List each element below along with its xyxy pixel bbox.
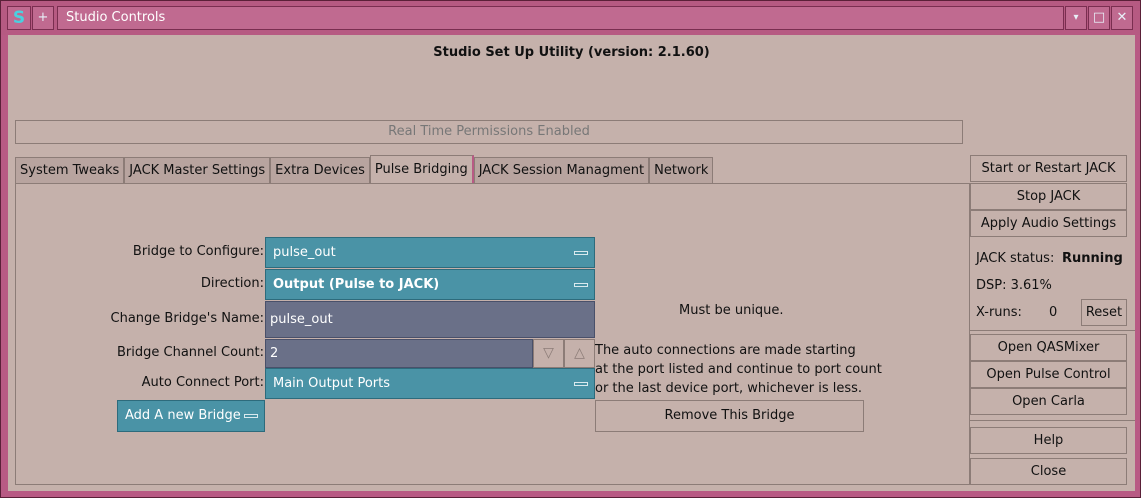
direction-label: Direction: <box>200 276 264 291</box>
maximize-icon[interactable]: □ <box>1088 6 1110 30</box>
start-jack-button[interactable]: Start or Restart JACK <box>970 155 1127 182</box>
auto-connect-port-label: Auto Connect Port: <box>141 375 264 390</box>
divider <box>970 330 1135 331</box>
tab-bar: System Tweaks JACK Master Settings Extra… <box>15 155 714 183</box>
xruns-label: X-runs: <box>976 305 1022 320</box>
tab-jack-master-settings[interactable]: JACK Master Settings <box>124 157 271 183</box>
title-bar[interactable]: S + Studio Controls ▾ □ ✕ <box>1 1 1140 35</box>
tab-pulse-bridging[interactable]: Pulse Bridging <box>369 155 474 183</box>
channel-count-label: Bridge Channel Count: <box>117 345 264 360</box>
apply-audio-settings-button[interactable]: Apply Audio Settings <box>970 210 1127 237</box>
minimize-icon[interactable]: ▾ <box>1065 6 1087 30</box>
window-title: Studio Controls <box>57 6 1064 30</box>
dsp-load: DSP: 3.61% <box>976 278 1052 293</box>
open-carla-button[interactable]: Open Carla <box>970 388 1127 415</box>
auto-connect-note: The auto connections are made starting a… <box>595 341 882 398</box>
reset-xruns-button[interactable]: Reset <box>1081 299 1127 326</box>
dropdown-icon <box>244 414 258 418</box>
stop-jack-button[interactable]: Stop JACK <box>970 183 1127 210</box>
help-button[interactable]: Help <box>970 427 1127 454</box>
pulse-bridging-panel: Bridge to Configure: pulse_out Direction… <box>15 183 970 485</box>
change-bridge-name-label: Change Bridge's Name: <box>110 311 265 326</box>
count-decrement-button[interactable]: ▽ <box>533 339 564 368</box>
divider <box>970 420 1135 421</box>
open-qasmixer-button[interactable]: Open QASMixer <box>970 334 1127 361</box>
direction-select-value: Output (Pulse to JACK) <box>273 277 440 292</box>
bridge-name-input[interactable]: pulse_out <box>265 301 595 338</box>
channel-count-input[interactable]: 2 <box>265 339 533 368</box>
auto-note-line-3: or the last device port, whichever is le… <box>595 381 863 396</box>
name-unique-note: Must be unique. <box>679 303 784 318</box>
add-bridge-label: Add A new Bridge <box>125 408 241 423</box>
tab-extra-devices[interactable]: Extra Devices <box>270 157 370 183</box>
bridge-to-configure-label: Bridge to Configure: <box>132 244 264 259</box>
page-title: Studio Set Up Utility (version: 2.1.60) <box>433 45 710 60</box>
close-window-icon[interactable]: ✕ <box>1111 6 1133 30</box>
add-bridge-button[interactable]: Add A new Bridge <box>117 400 265 432</box>
auto-note-line-1: The auto connections are made starting <box>595 343 856 358</box>
remove-bridge-button[interactable]: Remove This Bridge <box>595 400 864 432</box>
tab-network[interactable]: Network <box>649 157 714 183</box>
app-window: S + Studio Controls ▾ □ ✕ Studio Set Up … <box>0 0 1141 498</box>
dropdown-icon <box>574 282 588 287</box>
app-logo-icon[interactable]: S <box>7 6 31 30</box>
tab-jack-session-managment[interactable]: JACK Session Managment <box>473 157 650 183</box>
dropdown-icon <box>574 381 588 386</box>
open-pulse-control-button[interactable]: Open Pulse Control <box>970 361 1127 388</box>
auto-note-line-2: at the port listed and continue to port … <box>595 362 882 377</box>
bridge-select-value: pulse_out <box>273 245 336 260</box>
close-button[interactable]: Close <box>970 458 1127 485</box>
auto-connect-port-select[interactable]: Main Output Ports <box>265 368 595 399</box>
jack-status-label: JACK status: <box>976 251 1055 266</box>
bridge-select[interactable]: pulse_out <box>265 237 595 268</box>
main-area: Studio Set Up Utility (version: 2.1.60) … <box>8 35 1135 491</box>
dropdown-icon <box>574 250 588 255</box>
xruns-value: 0 <box>1049 305 1058 320</box>
auto-connect-port-value: Main Output Ports <box>273 376 390 391</box>
pin-plus-icon[interactable]: + <box>32 6 54 30</box>
jack-status-value: Running <box>1062 251 1123 266</box>
tab-system-tweaks[interactable]: System Tweaks <box>15 157 125 183</box>
count-increment-button[interactable]: △ <box>564 339 595 368</box>
rt-permissions-status: Real Time Permissions Enabled <box>15 120 963 144</box>
direction-select[interactable]: Output (Pulse to JACK) <box>265 269 595 300</box>
